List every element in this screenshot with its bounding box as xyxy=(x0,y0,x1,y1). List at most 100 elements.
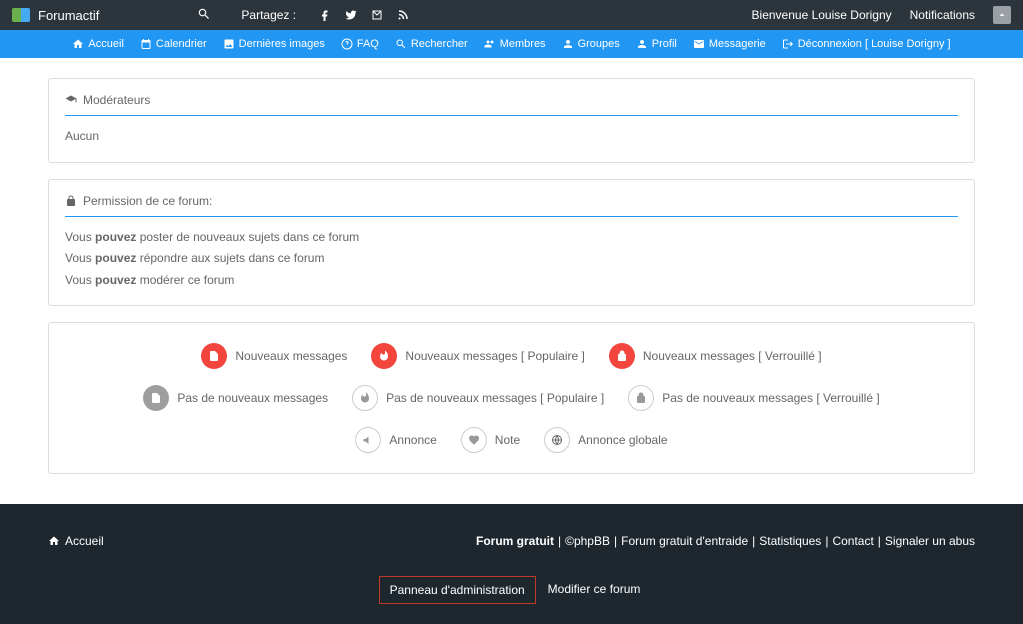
legend-new-popular-label: Nouveaux messages [ Populaire ] xyxy=(405,349,584,363)
heart-icon xyxy=(461,427,487,453)
legend-new-locked: Nouveaux messages [ Verrouillé ] xyxy=(609,343,822,369)
nav-search-label: Rechercher xyxy=(411,38,468,50)
separator: | xyxy=(878,534,881,548)
legend-row-2: Pas de nouveaux messages Pas de nouveaux… xyxy=(69,385,954,411)
nav-logout[interactable]: Déconnexion [ Louise Dorigny ] xyxy=(782,38,951,50)
moderators-body: Aucun xyxy=(65,126,958,148)
legend-note: Note xyxy=(461,427,520,453)
legend-no-new-locked: Pas de nouveaux messages [ Verrouillé ] xyxy=(628,385,879,411)
home-icon xyxy=(48,535,60,547)
legend-no-new-popular: Pas de nouveaux messages [ Populaire ] xyxy=(352,385,604,411)
topbar-left: Forumactif Partagez : xyxy=(12,0,416,30)
perm-1-pre: Vous xyxy=(65,230,95,244)
main-container: Modérateurs Aucun Permission de ce forum… xyxy=(0,58,1023,504)
modify-forum-link[interactable]: Modifier ce forum xyxy=(544,576,645,604)
share-label: Partagez : xyxy=(241,8,296,22)
nav-members-label: Membres xyxy=(500,38,546,50)
nav-logout-label: Déconnexion [ Louise Dorigny ] xyxy=(798,38,951,50)
perm-1-post: poster de nouveaux sujets dans ce forum xyxy=(136,230,359,244)
social-icons xyxy=(312,0,416,30)
file-icon xyxy=(201,343,227,369)
permissions-title-text: Permission de ce forum: xyxy=(83,194,212,208)
flame-icon xyxy=(352,385,378,411)
footer-links: Forum gratuit | ©phpBB | Forum gratuit d… xyxy=(476,534,975,548)
megaphone-icon xyxy=(355,427,381,453)
nav-profile-label: Profil xyxy=(652,38,677,50)
perm-2-pre: Vous xyxy=(65,251,95,265)
separator: | xyxy=(752,534,755,548)
footer-help[interactable]: Forum gratuit d'entraide xyxy=(621,534,748,548)
footer-top: Accueil Forum gratuit | ©phpBB | Forum g… xyxy=(48,534,975,548)
file-icon xyxy=(143,385,169,411)
nav-images-label: Dernières images xyxy=(239,38,325,50)
moderators-title-text: Modérateurs xyxy=(83,93,150,107)
lock-icon xyxy=(609,343,635,369)
separator: | xyxy=(614,534,617,548)
graduation-icon xyxy=(65,94,77,106)
footer-home-label: Accueil xyxy=(65,534,104,548)
facebook-icon[interactable] xyxy=(312,0,338,30)
legend-global: Annonce globale xyxy=(544,427,667,453)
nav-home[interactable]: Accueil xyxy=(72,38,123,50)
welcome-text[interactable]: Bienvenue Louise Dorigny xyxy=(752,8,892,22)
footer-stats[interactable]: Statistiques xyxy=(759,534,821,548)
twitter-icon[interactable] xyxy=(338,0,364,30)
separator: | xyxy=(825,534,828,548)
footer-home-link[interactable]: Accueil xyxy=(48,534,104,548)
nav-faq-label: FAQ xyxy=(357,38,379,50)
legend-new-label: Nouveaux messages xyxy=(235,349,347,363)
perm-1-strong: pouvez xyxy=(95,230,136,244)
footer-contact[interactable]: Contact xyxy=(832,534,873,548)
topbar: Forumactif Partagez : Bienvenue Louise D… xyxy=(0,0,1023,30)
moderators-panel: Modérateurs Aucun xyxy=(48,78,975,163)
legend-no-new-locked-label: Pas de nouveaux messages [ Verrouillé ] xyxy=(662,391,879,405)
footer-phpbb[interactable]: ©phpBB xyxy=(565,534,610,548)
scroll-top-button[interactable] xyxy=(993,6,1011,24)
footer-forum-free[interactable]: Forum gratuit xyxy=(476,534,554,548)
perm-3-pre: Vous xyxy=(65,273,95,287)
globe-icon xyxy=(544,427,570,453)
legend-new: Nouveaux messages xyxy=(201,343,347,369)
permissions-body: Vous pouvez poster de nouveaux sujets da… xyxy=(65,227,958,292)
nav-profile[interactable]: Profil xyxy=(636,38,677,50)
legend-new-popular: Nouveaux messages [ Populaire ] xyxy=(371,343,584,369)
legend-no-new: Pas de nouveaux messages xyxy=(143,385,328,411)
search-icon[interactable] xyxy=(197,7,211,24)
perm-2-strong: pouvez xyxy=(95,251,136,265)
legend-announce-label: Annonce xyxy=(389,433,436,447)
nav-groups-label: Groupes xyxy=(578,38,620,50)
flame-icon xyxy=(371,343,397,369)
nav-calendar[interactable]: Calendrier xyxy=(140,38,207,50)
legend-announce: Annonce xyxy=(355,427,436,453)
rss-icon[interactable] xyxy=(390,0,416,30)
legend-row-3: Annonce Note Annonce globale xyxy=(69,427,954,453)
moderators-title: Modérateurs xyxy=(65,93,958,116)
perm-3-strong: pouvez xyxy=(95,273,136,287)
permissions-panel: Permission de ce forum: Vous pouvez post… xyxy=(48,179,975,307)
lock-icon xyxy=(65,195,77,207)
perm-3-post: modérer ce forum xyxy=(136,273,234,287)
permissions-title: Permission de ce forum: xyxy=(65,194,958,217)
nav-groups[interactable]: Groupes xyxy=(562,38,620,50)
nav-messaging[interactable]: Messagerie xyxy=(693,38,766,50)
logo-icon xyxy=(12,8,30,22)
admin-panel-link[interactable]: Panneau d'administration xyxy=(379,576,536,604)
legend-note-label: Note xyxy=(495,433,520,447)
notifications-link[interactable]: Notifications xyxy=(910,8,975,22)
legend-new-locked-label: Nouveaux messages [ Verrouillé ] xyxy=(643,349,822,363)
legend-panel: Nouveaux messages Nouveaux messages [ Po… xyxy=(48,322,975,474)
brand-name[interactable]: Forumactif xyxy=(38,8,99,23)
separator: | xyxy=(558,534,561,548)
nav-members[interactable]: Membres xyxy=(484,38,546,50)
nav-calendar-label: Calendrier xyxy=(156,38,207,50)
footer-report[interactable]: Signaler un abus xyxy=(885,534,975,548)
lock-icon xyxy=(628,385,654,411)
footer-bottom: Panneau d'administration Modifier ce for… xyxy=(48,576,975,604)
legend-no-new-label: Pas de nouveaux messages xyxy=(177,391,328,405)
nav-search[interactable]: Rechercher xyxy=(395,38,468,50)
perm-2-post: répondre aux sujets dans ce forum xyxy=(136,251,324,265)
nav-images[interactable]: Dernières images xyxy=(223,38,325,50)
nav-faq[interactable]: FAQ xyxy=(341,38,379,50)
nav-home-label: Accueil xyxy=(88,38,123,50)
mail-icon[interactable] xyxy=(364,0,390,30)
